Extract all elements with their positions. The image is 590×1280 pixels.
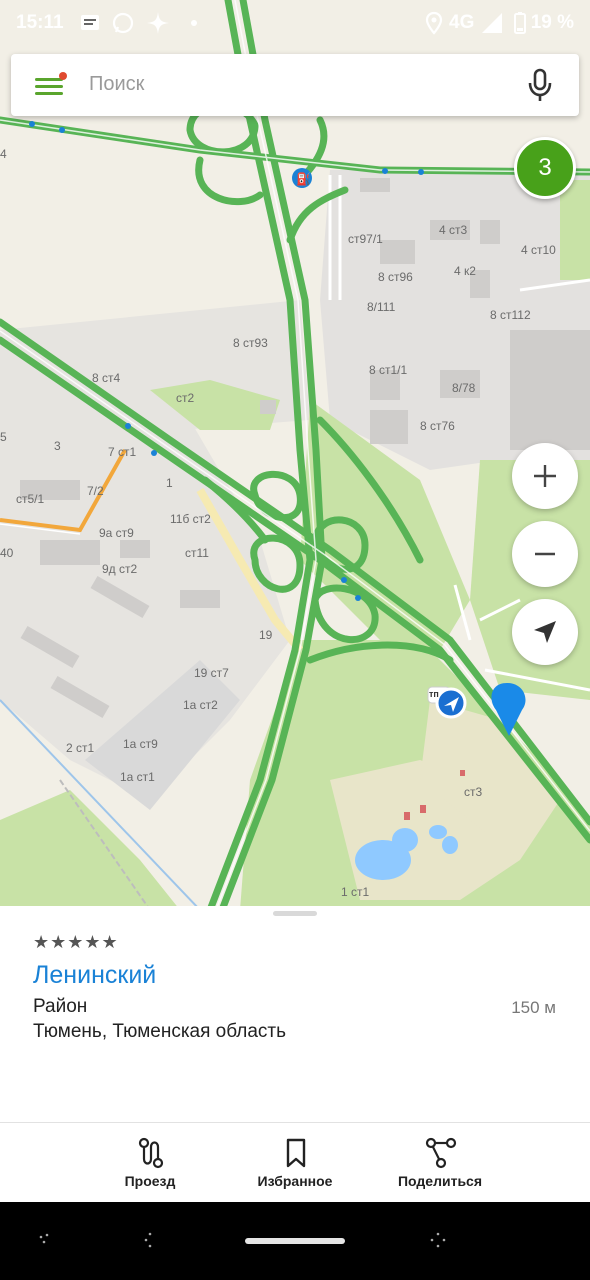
map-canvas[interactable]: ⛽ [0, 0, 590, 910]
map-label: 9д ст2 [102, 562, 138, 576]
map-label: 8 ст76 [420, 419, 455, 433]
map-label: 1 [166, 476, 173, 490]
place-title[interactable]: Ленинский [33, 961, 156, 990]
map-label: ст11 [185, 546, 209, 560]
map-label: 8 ст112 [490, 308, 531, 322]
sheet-drag-handle[interactable] [273, 911, 317, 916]
map-label: 4 [0, 147, 7, 161]
action-bar: Проезд Избранное Поделиться [0, 1122, 590, 1202]
place-type: Район [33, 996, 88, 1017]
map-label: 8 ст93 [233, 336, 268, 350]
share-icon [425, 1137, 457, 1169]
location-icon [425, 11, 443, 35]
nav-back-icon[interactable] [140, 1230, 160, 1250]
place-card[interactable]: ★★★★★ Ленинский Район Тюмень, Тюменская … [0, 906, 590, 1122]
map-label: 8/78 [452, 381, 476, 395]
map-label: 4 к2 [454, 264, 476, 278]
map-label: 7 ст1 [108, 445, 137, 459]
svg-text:⛽: ⛽ [296, 172, 311, 186]
route-icon [138, 1137, 164, 1169]
map-label: ст2 [176, 391, 195, 405]
nav-recents-icon[interactable] [36, 1230, 56, 1250]
whatsapp-icon [112, 12, 134, 34]
zoom-in-button[interactable] [512, 443, 578, 509]
map-label: 2 ст1 [66, 741, 95, 755]
network-type: 4G [449, 12, 475, 33]
signal-icon [482, 13, 502, 33]
map-label: 7/2 [87, 484, 104, 498]
map-label: 5 [0, 430, 7, 444]
map-label: 1а ст2 [183, 698, 218, 712]
map-label: 3 [54, 439, 61, 453]
map-label: 40 [0, 546, 14, 560]
route-button[interactable]: Проезд [75, 1123, 225, 1203]
map-label: 8 ст96 [378, 270, 413, 284]
map-label: 4 ст10 [521, 243, 556, 257]
rating-stars: ★★★★★ [33, 932, 119, 952]
status-time: 15:11 [16, 12, 64, 33]
map-label: ст3 [464, 785, 483, 799]
map-label: ст97/1 [348, 232, 383, 246]
share-label: Поделиться [397, 1173, 483, 1189]
map-view[interactable]: ⛽ ст97/1 4 ст3 4 ст10 8 ст96 4 к2 8/111 8 ст11… [0, 0, 590, 910]
map-label: 1 ст1 [341, 885, 370, 899]
share-button[interactable]: Поделиться [365, 1123, 515, 1203]
map-label: 4 ст3 [439, 223, 468, 237]
menu-button[interactable] [31, 70, 71, 100]
notifications-count-badge[interactable]: 3 [514, 137, 576, 199]
map-label: 8/111 [367, 300, 396, 314]
favorite-button[interactable]: Избранное [220, 1123, 370, 1203]
map-label: 11б ст2 [170, 512, 211, 526]
map-label: 1а ст1 [120, 770, 155, 784]
place-distance: 150 м [511, 998, 556, 1017]
search-input[interactable]: Поиск [89, 73, 144, 96]
status-bar: 15:11 4G 19 % [0, 0, 590, 48]
map-label: 9а ст9 [99, 526, 134, 540]
notification-dot-icon [191, 20, 197, 26]
sparkle-icon [147, 12, 169, 34]
favorite-label: Избранное [257, 1173, 333, 1189]
battery-icon [514, 12, 526, 34]
search-bar[interactable]: Поиск [11, 54, 579, 116]
message-notification-icon [81, 15, 99, 30]
minus-icon [535, 552, 555, 556]
map-label: 19 [259, 628, 273, 642]
bookmark-icon [286, 1138, 306, 1168]
nav-assist-icon[interactable] [428, 1230, 448, 1250]
microphone-icon[interactable] [525, 68, 555, 102]
notification-dot [59, 72, 67, 80]
place-address: Тюмень, Тюменская область [33, 1021, 287, 1042]
navigation-arrow-icon [534, 621, 556, 643]
map-label: 1а ст9 [123, 737, 158, 751]
system-navigation-bar [0, 1202, 590, 1280]
map-label: 8 ст1/1 [369, 363, 408, 377]
battery-percent: 19 % [530, 12, 574, 33]
map-label: 8 ст4 [92, 371, 121, 385]
plus-icon [534, 465, 556, 487]
route-label: Проезд [124, 1173, 176, 1189]
map-label: тп [429, 689, 439, 699]
map-label: ст5/1 [16, 492, 45, 506]
my-location-button[interactable] [512, 599, 578, 665]
zoom-out-button[interactable] [512, 521, 578, 587]
map-label: 19 ст7 [194, 666, 229, 680]
home-gesture-pill[interactable] [245, 1238, 345, 1244]
